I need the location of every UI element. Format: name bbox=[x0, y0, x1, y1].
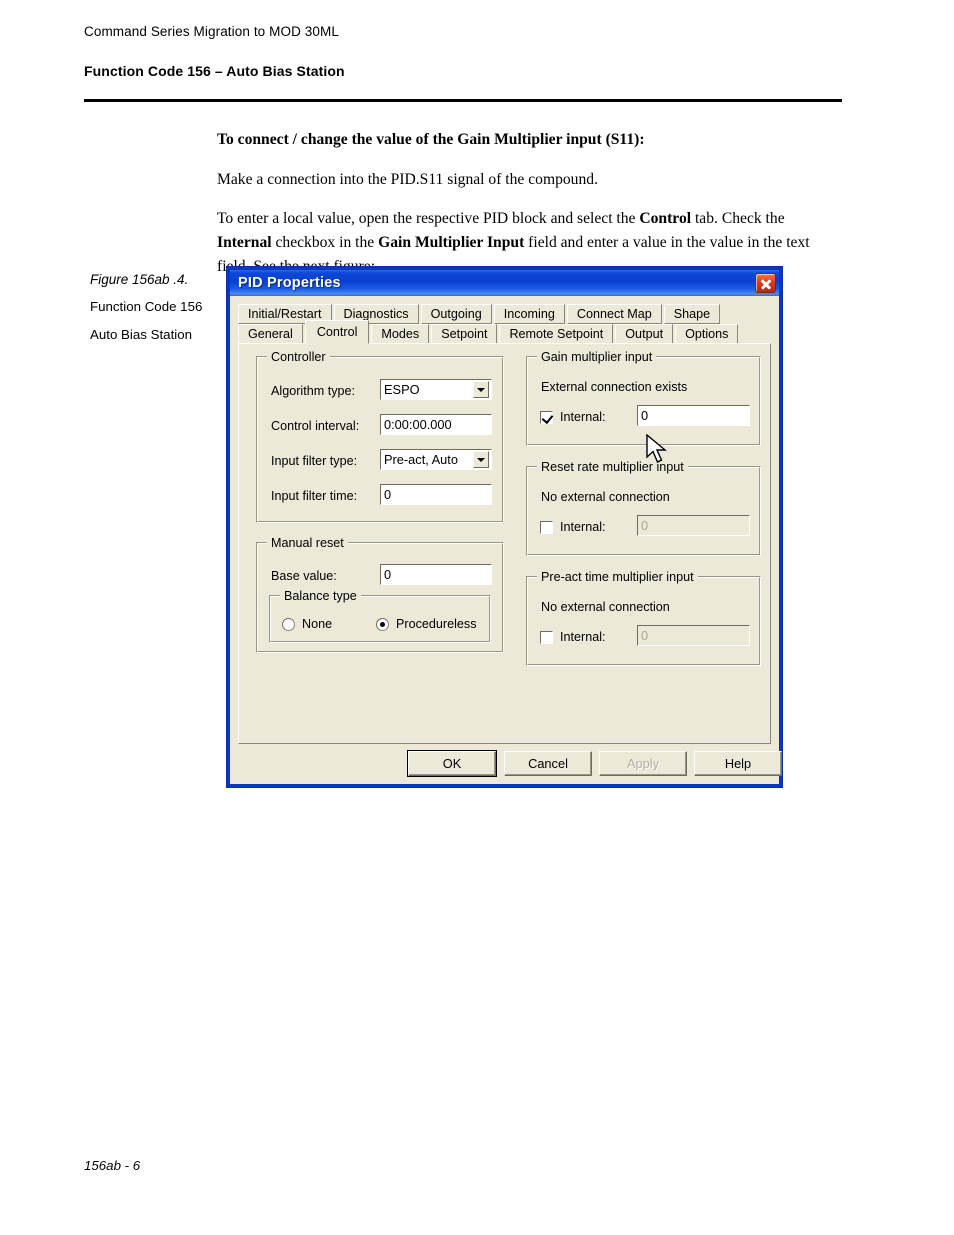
cancel-button[interactable]: Cancel bbox=[504, 751, 592, 776]
reset-rate-multiplier-internal-checkbox[interactable]: Internal: bbox=[540, 520, 606, 534]
radio-on-icon bbox=[376, 617, 389, 631]
header-rule bbox=[84, 99, 842, 102]
control-interval-label: Control interval: bbox=[271, 419, 360, 433]
pid-properties-dialog: PID Properties Initial/Restart Diagnosti… bbox=[226, 266, 783, 788]
para2-bold-control: Control bbox=[639, 210, 692, 228]
input-filter-time-label: Input filter time: bbox=[271, 489, 358, 503]
base-value-label: Base value: bbox=[271, 569, 337, 583]
preact-time-multiplier-connection-status: No external connection bbox=[541, 600, 670, 614]
balance-type-group: Balance type None Procedureless bbox=[269, 589, 491, 643]
tab-incoming[interactable]: Incoming bbox=[493, 304, 565, 324]
tab-shape[interactable]: Shape bbox=[663, 304, 721, 324]
dialog-button-bar: OK Cancel Apply Help bbox=[238, 750, 782, 777]
figure-caption-line-1: Function Code 156 bbox=[90, 299, 203, 314]
tab-options[interactable]: Options bbox=[675, 324, 739, 344]
tab-connect-map[interactable]: Connect Map bbox=[566, 304, 662, 324]
figure-caption: Figure 156ab .4. Function Code 156 Auto … bbox=[90, 272, 216, 343]
tab-output[interactable]: Output bbox=[615, 324, 674, 344]
radio-balance-none[interactable]: None bbox=[282, 617, 332, 631]
checkbox-unchecked-icon bbox=[540, 520, 553, 534]
reset-rate-multiplier-connection-status: No external connection bbox=[541, 490, 670, 504]
chevron-down-icon[interactable] bbox=[473, 381, 489, 398]
gain-multiplier-internal-input[interactable]: 0 bbox=[637, 405, 750, 426]
chevron-down-icon[interactable] bbox=[473, 451, 489, 468]
tab-row-2: General Control Modes Setpoint Remote Se… bbox=[238, 320, 771, 344]
tab-remote-setpoint[interactable]: Remote Setpoint bbox=[499, 324, 614, 344]
reset-rate-multiplier-group-legend: Reset rate multiplier input bbox=[537, 460, 688, 474]
preact-time-multiplier-internal-label: Internal: bbox=[560, 630, 606, 644]
dialog-title: PID Properties bbox=[238, 275, 341, 291]
gain-multiplier-internal-checkbox[interactable]: Internal: bbox=[540, 410, 606, 424]
preact-time-multiplier-internal-input: 0 bbox=[637, 625, 750, 646]
preact-time-multiplier-input-group: Pre-act time multiplier input No externa… bbox=[526, 570, 761, 666]
dialog-titlebar[interactable]: PID Properties bbox=[230, 270, 779, 296]
para2-bold-internal: Internal bbox=[217, 234, 272, 252]
instruction-heading: To connect / change the value of the Gai… bbox=[217, 131, 645, 148]
control-interval-input[interactable]: 0:00:00.000 bbox=[380, 414, 492, 435]
input-filter-type-label: Input filter type: bbox=[271, 454, 358, 468]
gain-multiplier-internal-label: Internal: bbox=[560, 410, 606, 424]
tab-outgoing[interactable]: Outgoing bbox=[420, 304, 492, 324]
algorithm-type-label: Algorithm type: bbox=[271, 384, 355, 398]
section-title: Function Code 156 – Auto Bias Station bbox=[84, 63, 345, 79]
page-footer: 156ab - 6 bbox=[84, 1158, 141, 1173]
reset-rate-multiplier-internal-input: 0 bbox=[637, 515, 750, 536]
radio-balance-none-label: None bbox=[302, 617, 333, 631]
close-icon[interactable] bbox=[755, 273, 776, 293]
input-filter-time-input[interactable]: 0 bbox=[380, 484, 492, 505]
checkbox-checked-icon bbox=[540, 410, 553, 424]
tab-strip: Initial/Restart Diagnostics Outgoing Inc… bbox=[238, 303, 771, 344]
control-tab-panel: Controller Algorithm type: ESPO Control … bbox=[238, 343, 771, 744]
gain-multiplier-connection-status: External connection exists bbox=[541, 380, 688, 394]
input-filter-type-select[interactable]: Pre-act, Auto bbox=[380, 449, 492, 470]
radio-balance-procedureless[interactable]: Procedureless bbox=[376, 617, 477, 631]
algorithm-type-select[interactable]: ESPO bbox=[380, 379, 492, 400]
page-header: Command Series Migration to MOD 30ML Fun… bbox=[84, 24, 844, 79]
dialog-body: Initial/Restart Diagnostics Outgoing Inc… bbox=[230, 296, 782, 784]
manual-reset-group-legend: Manual reset bbox=[267, 536, 348, 550]
manual-reset-group: Manual reset Base value: 0 Balance type … bbox=[256, 536, 504, 653]
instruction-paragraph-1: Make a connection into the PID.S11 signa… bbox=[217, 170, 598, 188]
gain-multiplier-input-group: Gain multiplier input External connectio… bbox=[526, 350, 761, 446]
controller-group: Controller Algorithm type: ESPO Control … bbox=[256, 350, 504, 523]
reset-rate-multiplier-input-group: Reset rate multiplier input No external … bbox=[526, 460, 761, 556]
body-text-column: To connect / change the value of the Gai… bbox=[217, 128, 837, 278]
balance-type-group-legend: Balance type bbox=[280, 589, 361, 603]
tab-setpoint[interactable]: Setpoint bbox=[431, 324, 498, 344]
radio-balance-procedureless-label: Procedureless bbox=[396, 617, 477, 631]
apply-button: Apply bbox=[599, 751, 687, 776]
controller-group-legend: Controller bbox=[267, 350, 330, 364]
running-header: Command Series Migration to MOD 30ML bbox=[84, 24, 339, 39]
preact-time-multiplier-group-legend: Pre-act time multiplier input bbox=[537, 570, 698, 584]
figure-caption-number: Figure 156ab .4. bbox=[90, 272, 189, 287]
radio-off-icon bbox=[282, 617, 295, 631]
para2-seg-c: tab. Check the bbox=[691, 210, 785, 228]
para2-seg-e: checkbox in the bbox=[271, 234, 379, 252]
figure-caption-line-2: Auto Bias Station bbox=[90, 327, 193, 343]
input-filter-type-value: Pre-act, Auto bbox=[384, 452, 458, 467]
base-value-input[interactable]: 0 bbox=[380, 564, 492, 585]
para2-seg-a: To enter a local value, open the respect… bbox=[217, 210, 640, 228]
reset-rate-multiplier-internal-label: Internal: bbox=[560, 520, 606, 534]
help-button[interactable]: Help bbox=[694, 751, 782, 776]
ok-button[interactable]: OK bbox=[407, 750, 497, 777]
checkbox-unchecked-icon bbox=[540, 630, 553, 644]
algorithm-type-value: ESPO bbox=[384, 382, 420, 397]
tab-control[interactable]: Control bbox=[304, 320, 370, 344]
tab-modes[interactable]: Modes bbox=[371, 324, 430, 344]
gain-multiplier-group-legend: Gain multiplier input bbox=[537, 350, 657, 364]
tab-general[interactable]: General bbox=[238, 324, 303, 344]
preact-time-multiplier-internal-checkbox[interactable]: Internal: bbox=[540, 630, 606, 644]
para2-bold-gain-multiplier-input: Gain Multiplier Input bbox=[378, 234, 525, 252]
